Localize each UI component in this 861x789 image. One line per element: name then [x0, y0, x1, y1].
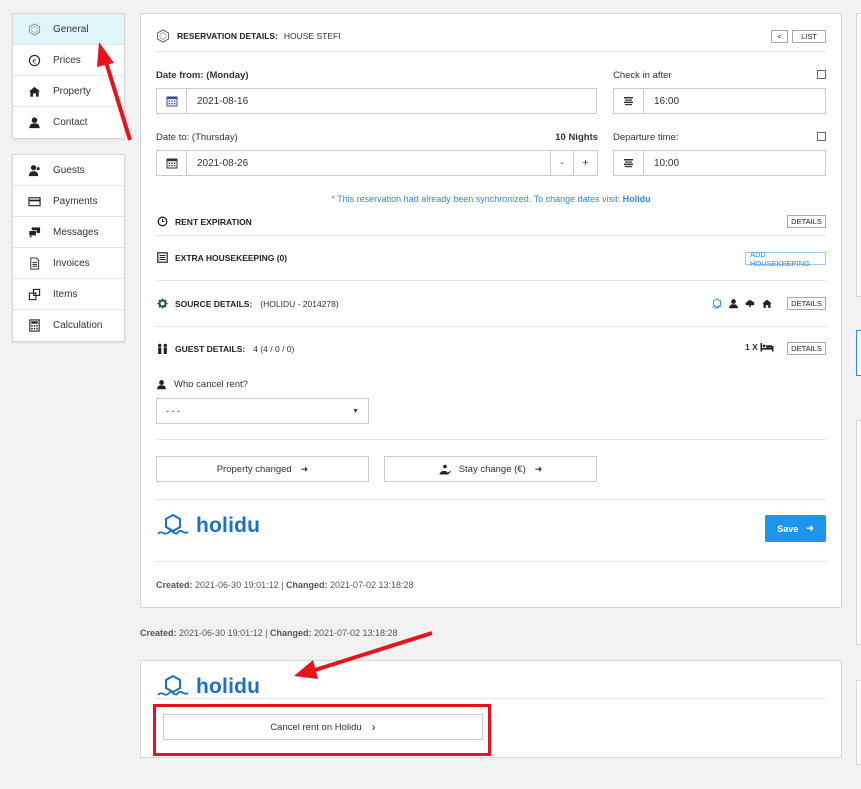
annotation-arrows	[97, 42, 433, 679]
annotation-arrow-general	[97, 42, 132, 141]
right-panel-edge-blue	[856, 330, 861, 376]
annotation-arrow-holidu	[294, 631, 433, 679]
right-panel-edge-bottom	[856, 680, 861, 765]
right-panel-edge	[856, 13, 861, 297]
right-panel-edge-lower	[856, 420, 861, 645]
